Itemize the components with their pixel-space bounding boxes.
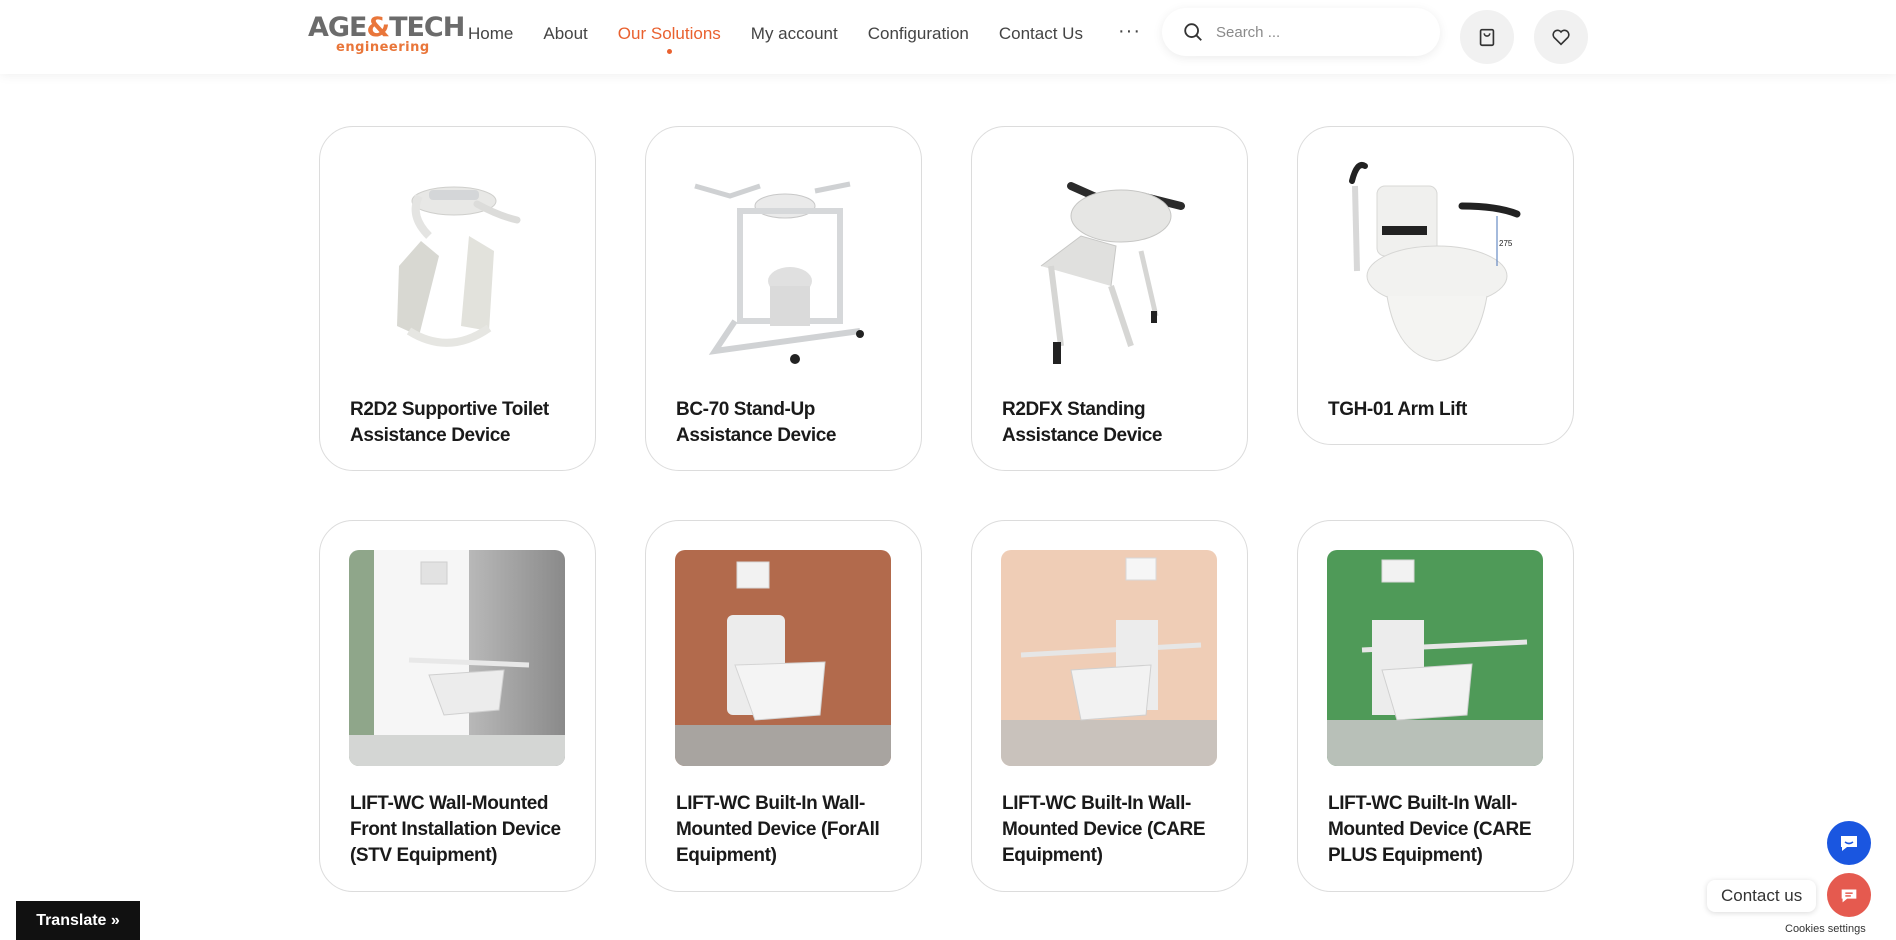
product-title[interactable]: R2D2 Supportive Toilet Assistance Device (350, 397, 575, 449)
product-card[interactable]: R2DFX Standing Assistance Device (971, 126, 1248, 471)
product-title[interactable]: TGH-01 Arm Lift (1328, 397, 1553, 423)
more-menu-icon[interactable]: ··· (1118, 20, 1141, 43)
product-title[interactable]: LIFT-WC Built-In Wall-Mounted Device (CA… (1002, 791, 1227, 869)
translate-button[interactable]: Translate » (16, 901, 140, 940)
product-card[interactable]: LIFT-WC Built-In Wall-Mounted Device (Fo… (645, 520, 922, 892)
nav-my-account[interactable]: My account (751, 24, 838, 44)
wall-mounted-wc-image (1001, 550, 1217, 766)
shopping-bag-icon (1479, 28, 1495, 47)
product-card[interactable]: BC-70 Stand-Up Assistance Device (645, 126, 922, 471)
logo[interactable]: AGE&TECH engineering (308, 14, 465, 58)
product-card[interactable]: 275 TGH-01 Arm Lift (1297, 126, 1574, 445)
arm-lift-image: 275 (1327, 156, 1543, 372)
product-card[interactable]: LIFT-WC Built-In Wall-Mounted Device (CA… (1297, 520, 1574, 892)
product-title[interactable]: LIFT-WC Built-In Wall-Mounted Device (Fo… (676, 791, 901, 869)
search-input[interactable] (1216, 23, 1416, 41)
product-title[interactable]: BC-70 Stand-Up Assistance Device (676, 397, 901, 449)
standing-device-image (1001, 156, 1217, 372)
nav-contact-us[interactable]: Contact Us (999, 24, 1083, 44)
chat-icon (1841, 836, 1857, 851)
product-title[interactable]: R2DFX Standing Assistance Device (1002, 397, 1227, 449)
nav-about[interactable]: About (543, 24, 587, 44)
heart-icon (1552, 29, 1570, 46)
nav-home[interactable]: Home (468, 24, 513, 44)
contact-us-label[interactable]: Contact us (1707, 880, 1817, 912)
product-card[interactable]: R2D2 Supportive Toilet Assistance Device (319, 126, 596, 471)
cookies-settings-link[interactable]: Cookies settings (1785, 923, 1866, 935)
contact-icon (1841, 889, 1857, 903)
nav-our-solutions[interactable]: Our Solutions (618, 24, 721, 54)
chat-button[interactable] (1827, 821, 1871, 865)
main-nav: Home About Our Solutions My account Conf… (468, 22, 1113, 54)
contact-us-button[interactable] (1827, 873, 1871, 917)
logo-wordmark: AGE&TECH (308, 12, 465, 43)
product-title[interactable]: LIFT-WC Built-In Wall-Mounted Device (CA… (1328, 791, 1553, 869)
wall-mounted-wc-image (349, 550, 565, 766)
nav-configuration[interactable]: Configuration (868, 24, 969, 44)
dimension-label: 275 (1499, 239, 1513, 248)
wall-mounted-wc-image (1327, 550, 1543, 766)
product-card[interactable]: LIFT-WC Wall-Mounted Front Installation … (319, 520, 596, 892)
product-title[interactable]: LIFT-WC Wall-Mounted Front Installation … (350, 791, 575, 869)
supportive-toilet-device-image (349, 156, 565, 372)
product-card[interactable]: LIFT-WC Built-In Wall-Mounted Device (CA… (971, 520, 1248, 892)
wall-mounted-wc-image (675, 550, 891, 766)
search-box[interactable] (1162, 8, 1440, 56)
wishlist-button[interactable] (1534, 10, 1588, 64)
stand-up-device-image (675, 156, 891, 372)
logo-tagline: engineering (336, 40, 430, 55)
cart-button[interactable] (1460, 10, 1514, 64)
search-icon (1184, 23, 1202, 41)
site-header: AGE&TECH engineering Home About Our Solu… (0, 0, 1896, 74)
